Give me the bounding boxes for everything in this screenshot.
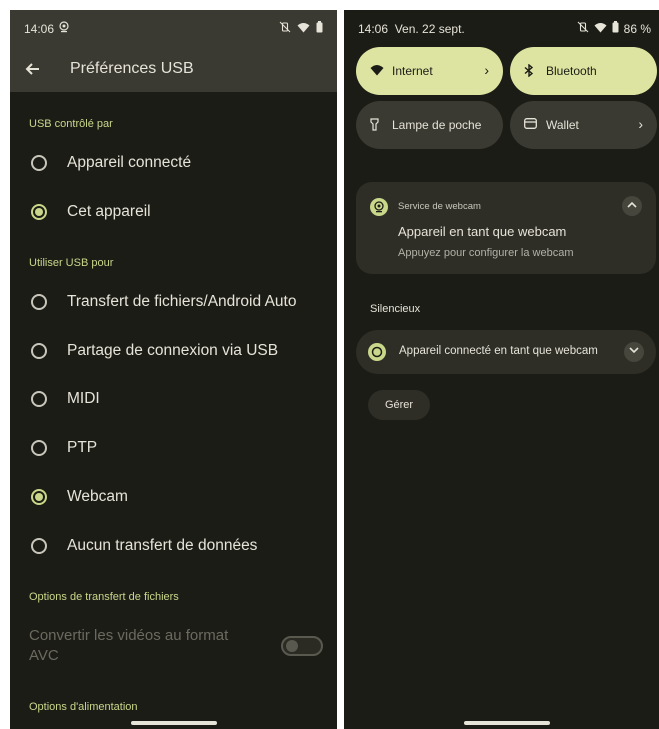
convert-avc-toggle[interactable] (281, 636, 323, 656)
status-time-date: 14:06 Ven. 22 sept. (358, 22, 465, 36)
vibrate-off-icon (279, 21, 291, 36)
section-header-usb-controlled-by: USB contrôlé par (29, 118, 113, 130)
status-time: 14:06 (24, 22, 55, 36)
webcam-app-icon (370, 198, 388, 216)
radio-label: Webcam (67, 488, 128, 505)
gesture-nav-handle[interactable] (464, 721, 550, 725)
page-title: Préférences USB (70, 60, 194, 77)
section-header-power-options: Options d'alimentation (29, 701, 138, 713)
collapse-chevron-up-icon[interactable] (622, 196, 642, 216)
section-header-file-transfer-options: Options de transfert de fichiers (29, 591, 179, 603)
usb-preferences-screen: 14:06 Préférences USB USB contrôlé par A… (10, 10, 337, 729)
notification-text: Appuyez pour configurer la webcam (398, 247, 574, 259)
radio-button-unselected[interactable] (31, 391, 47, 407)
back-arrow-icon[interactable] (22, 58, 44, 80)
tile-label: Bluetooth (546, 64, 597, 78)
toggle-knob (286, 640, 298, 652)
radio-button-selected[interactable] (31, 204, 47, 220)
webcam-notification[interactable]: Service de webcam Appareil en tant que w… (356, 182, 656, 274)
radio-button-unselected[interactable] (31, 343, 47, 359)
tile-label: Wallet (546, 118, 579, 132)
radio-button-unselected[interactable] (31, 155, 47, 171)
tile-flashlight[interactable]: Lampe de poche (356, 101, 503, 149)
battery-icon (612, 21, 619, 36)
radio-label: Aucun transfert de données (67, 537, 258, 554)
status-bar: 14:06 Ven. 22 sept. 86 % (344, 10, 659, 46)
notification-shade-screen: 14:06 Ven. 22 sept. 86 % Internet › Blue… (344, 10, 659, 729)
app-bar: Préférences USB (10, 46, 337, 92)
radio-label: Appareil connecté (67, 154, 192, 171)
gesture-nav-handle[interactable] (131, 721, 217, 725)
radio-label: PTP (67, 439, 98, 456)
convert-avc-label: Convertir les vidéos au format AVC (29, 627, 229, 664)
status-date: Ven. 22 sept. (394, 22, 465, 36)
section-header-use-usb-for: Utiliser USB pour (29, 257, 114, 269)
webcam-app-icon (368, 343, 386, 361)
chevron-right-icon: › (638, 116, 643, 132)
tile-bluetooth[interactable]: Bluetooth (510, 47, 657, 95)
radio-label: Cet appareil (67, 203, 151, 220)
silent-notification-title: Appareil connecté en tant que webcam (399, 345, 598, 357)
radio-no-data-transfer[interactable]: Aucun transfert de données (10, 526, 337, 566)
radio-usb-tethering[interactable]: Partage de connexion via USB (10, 331, 337, 371)
expand-chevron-down-icon[interactable] (624, 342, 644, 362)
manage-button[interactable]: Gérer (368, 390, 430, 420)
radio-button-unselected[interactable] (31, 538, 47, 554)
radio-button-selected[interactable] (31, 489, 47, 505)
radio-label: Partage de connexion via USB (67, 342, 279, 359)
tile-label: Lampe de poche (392, 118, 482, 132)
notification-app-name: Service de webcam (398, 201, 481, 212)
vibrate-off-icon (577, 21, 589, 36)
tile-internet[interactable]: Internet › (356, 47, 503, 95)
radio-button-unselected[interactable] (31, 440, 47, 456)
bluetooth-icon (524, 63, 534, 80)
flashlight-icon (370, 118, 379, 134)
radio-file-transfer[interactable]: Transfert de fichiers/Android Auto (10, 282, 337, 322)
wifi-icon (297, 22, 310, 36)
radio-this-device[interactable]: Cet appareil (10, 192, 337, 232)
notification-title: Appareil en tant que webcam (398, 224, 567, 239)
status-bar: 14:06 (10, 10, 337, 46)
battery-icon (316, 21, 323, 36)
radio-label: Transfert de fichiers/Android Auto (67, 293, 297, 310)
radio-label: MIDI (67, 390, 100, 407)
battery-percentage: 86 % (623, 21, 651, 36)
webcam-status-icon (58, 21, 70, 36)
radio-connected-device[interactable]: Appareil connecté (10, 143, 337, 183)
silent-notification[interactable]: Appareil connecté en tant que webcam (356, 330, 656, 374)
radio-ptp[interactable]: PTP (10, 428, 337, 468)
radio-midi[interactable]: MIDI (10, 379, 337, 419)
wifi-icon (370, 64, 384, 79)
chevron-right-icon: › (484, 62, 489, 78)
silent-section-header: Silencieux (370, 303, 421, 315)
tile-label: Internet (392, 64, 433, 78)
radio-button-unselected[interactable] (31, 294, 47, 310)
tile-wallet[interactable]: Wallet › (510, 101, 657, 149)
status-time: 14:06 (358, 22, 389, 36)
wifi-icon (594, 22, 607, 36)
wallet-icon (524, 118, 537, 132)
radio-webcam[interactable]: Webcam (10, 477, 337, 517)
